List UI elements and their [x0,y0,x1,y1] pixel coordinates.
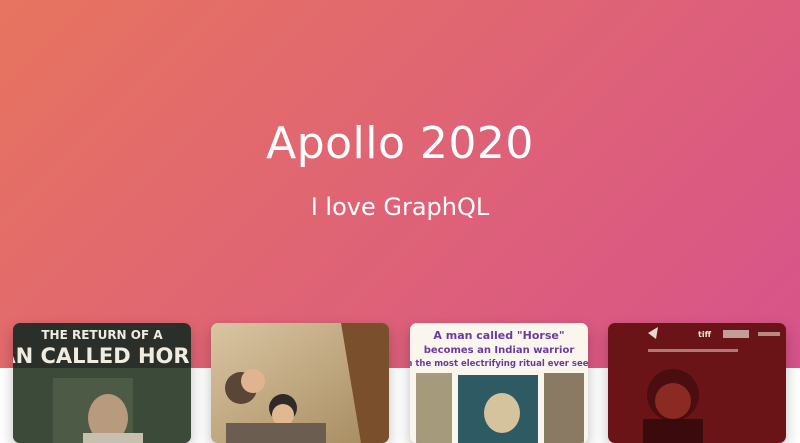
poster-text-line3: in the most electrifying ritual ever see… [410,359,588,369]
movie-grid: THE RETURN OF A AN CALLED HORS A man c [0,323,800,443]
poster-text-line2: becomes an Indian warrior [424,345,575,356]
movie-card[interactable]: tiff [608,323,786,443]
movie-poster: tiff [608,323,786,443]
poster-text-line1: A man called "Horse" [433,329,564,342]
movie-poster [211,323,389,443]
poster-text-line2: AN CALLED HORS [13,344,191,368]
page-subtitle: I love GraphQL [310,193,490,221]
movie-card[interactable] [211,323,389,443]
movie-card[interactable]: A man called "Horse" becomes an Indian w… [410,323,588,443]
page-title: Apollo 2020 [266,118,534,169]
movie-card[interactable]: THE RETURN OF A AN CALLED HORS [13,323,191,443]
movie-poster: A man called "Horse" becomes an Indian w… [410,323,588,443]
movie-poster: THE RETURN OF A AN CALLED HORS [13,323,191,443]
poster-text-line1: tiff [698,330,712,339]
hero-banner: Apollo 2020 I love GraphQL [0,0,800,368]
poster-text-line1: THE RETURN OF A [41,328,163,342]
